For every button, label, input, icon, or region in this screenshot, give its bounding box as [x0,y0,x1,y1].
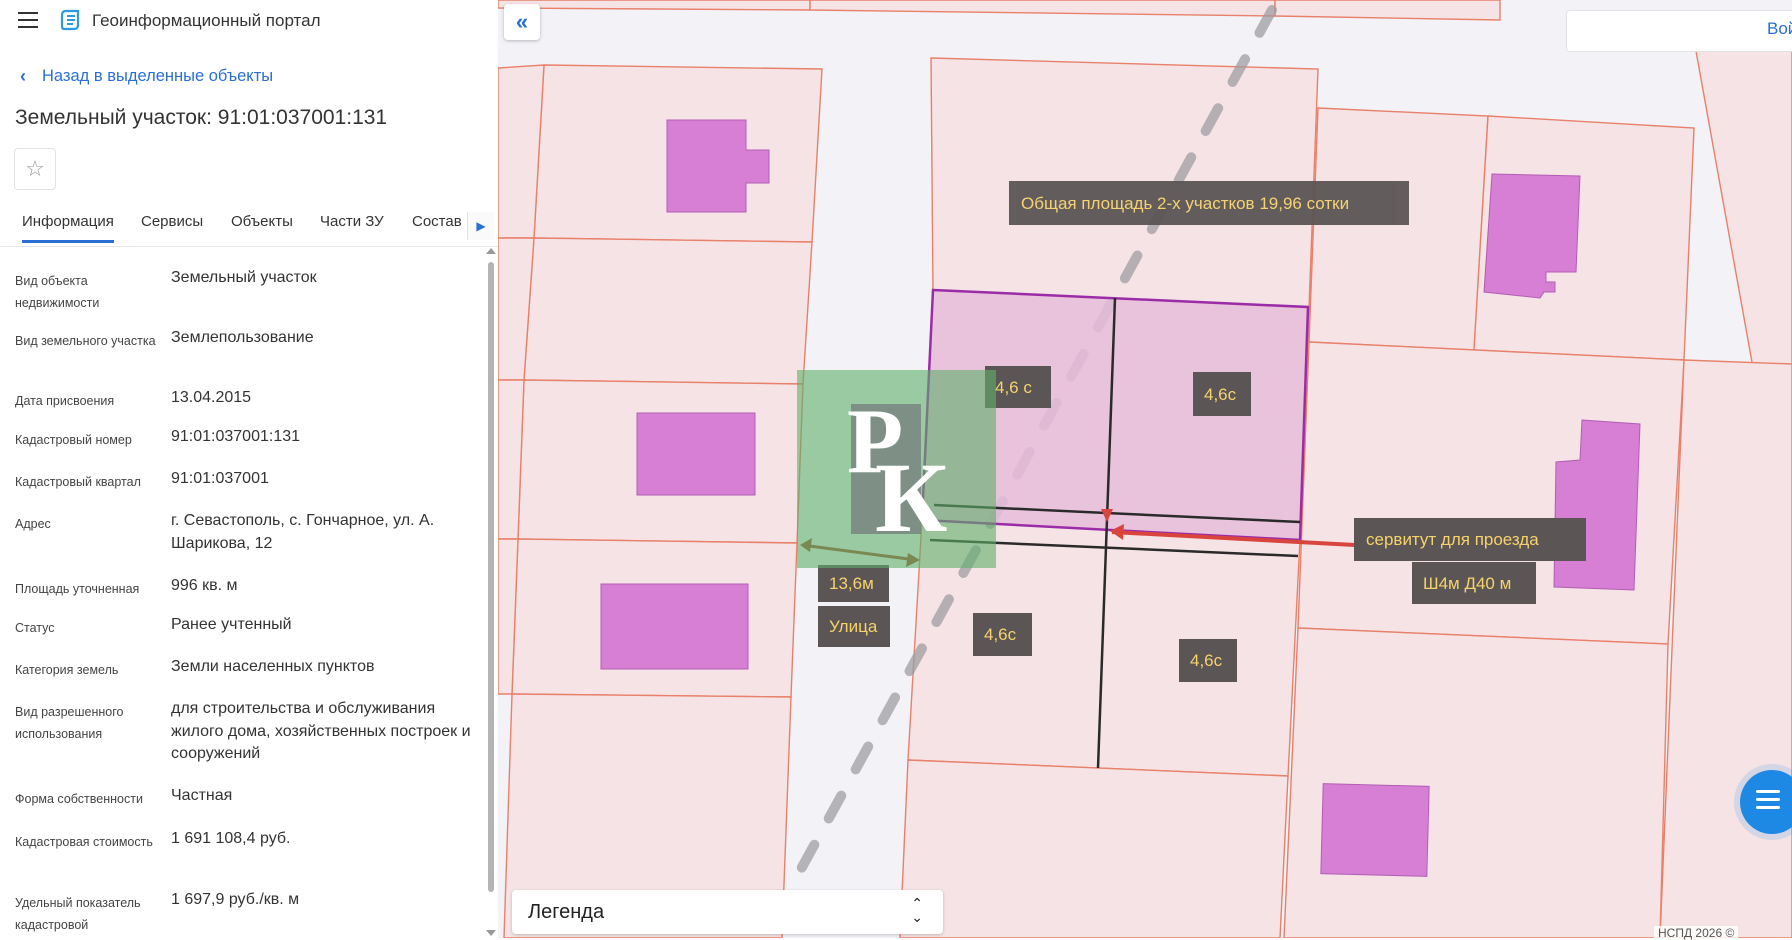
object-title: Земельный участок: 91:01:037001:131 [15,106,388,129]
collapse-panel-button[interactable]: « [504,4,540,40]
double-chevron-left-icon: « [515,9,529,34]
parcel [809,0,1276,17]
info-label: Адрес [15,517,51,531]
info-label: Статус [15,621,55,635]
star-icon: ☆ [25,156,45,181]
info-value: 996 кв. м [171,577,238,594]
scrollbar-thumb[interactable] [488,262,494,892]
parcel [523,237,813,385]
info-label: Площадь уточненная [15,582,140,596]
info-value: Землепользование [171,329,314,346]
info-label: Кадастровый номер [15,433,132,447]
info-label: Вид земельного участка [15,334,156,348]
back-link[interactable]: ‹ Назад в выделенные объекты [20,66,273,87]
watermark-logo: К [875,442,948,553]
info-label: Кадастровая стоимость [15,835,153,849]
chevron-left-icon: ‹ [20,66,26,86]
info-value: 91:01:037001:131 [171,428,301,445]
app-title: Геоинформационный портал [92,11,321,30]
parcel [1274,0,1501,21]
login-box[interactable] [1566,10,1792,52]
info-label: Форма собственности [15,792,143,806]
map-canvas[interactable] [498,0,1792,938]
tab-services[interactable]: Сервисы [141,213,203,240]
parcel [1283,627,1669,938]
annotation-width: 13,6м [818,565,889,602]
annotation-plot: 4,6с [1179,639,1237,682]
parcel [498,0,811,11]
annotation-text: Улица [829,617,878,636]
logo-icon [60,9,80,31]
annotation-text: 4,6 с [995,378,1032,397]
parcel [1308,107,1489,351]
info-value: 13.04.2015 [171,389,252,406]
info-value: г. Севастополь, с. Гончарное, ул. А. Шар… [171,512,435,552]
scroll-up-arrow-icon[interactable] [486,248,496,254]
menu-icon[interactable] [18,12,38,28]
login-link[interactable]: Вой [1767,19,1792,39]
info-value: Частная [171,787,233,804]
info-value: Земельный участок [171,269,317,286]
annotation-text: 4,6с [984,625,1017,644]
favorite-button[interactable]: ☆ [14,148,56,190]
info-value: Ранее учтенный [171,616,292,633]
scroll-down-arrow-icon[interactable] [486,930,496,936]
back-link-label: Назад в выделенные объекты [42,67,274,85]
tab-composition[interactable]: Состав [412,213,462,240]
annotation-plot: 4,6с [1193,372,1251,416]
legend-dropdown[interactable]: Легенда ⌃ ⌄ [512,890,943,934]
annotation-text: 13,6м [829,574,874,593]
top-bar: Геоинформационный портал [0,0,498,40]
map-view[interactable]: Общая площадь 2-х участков 19,96 сотки 4… [498,0,1792,938]
info-label: Кадастровый квартал [15,475,141,489]
tab-bar: Информация Сервисы Объекты Части ЗУ Сост… [0,206,498,247]
tabs-next-button[interactable]: ▶ [467,212,494,240]
building [600,583,749,670]
tab-information[interactable]: Информация [22,213,114,243]
info-label: Вид разрешенного использования [15,705,124,741]
watermark: Р К [797,370,996,568]
info-value: Земли населенных пунктов [171,658,375,675]
caret-right-icon: ▶ [476,219,486,233]
annotation-text: Ш4м Д40 м [1423,574,1512,593]
info-label: Вид объекта недвижимости [15,274,100,310]
building [1320,783,1430,877]
info-value: для строительства и обслуживания жилого … [171,700,471,762]
annotation-text: 4,6с [1204,385,1237,404]
info-value: 1 691 108,4 руб. [171,830,291,847]
info-label: Удельный показатель кадастровой [15,896,141,932]
annotation-plot: 4,6с [973,613,1032,656]
annotation-street: Улица [818,606,890,647]
building [636,412,756,496]
annotation-text: 4,6с [1190,651,1223,670]
parcel [899,759,1289,938]
tab-parts[interactable]: Части ЗУ [320,213,384,240]
info-panel: Геоинформационный портал ‹ Назад в выдел… [0,0,498,938]
info-label: Категория земель [15,663,119,677]
annotation-servitude: сервитут для проезда [1354,518,1586,561]
annotation-text: Общая площадь 2-х участков 19,96 сотки [1021,194,1350,213]
tab-objects[interactable]: Объекты [231,213,293,240]
expand-collapse-icon: ⌃ ⌄ [911,895,923,925]
info-label: Дата присвоения [15,394,115,408]
annotation-total-area: Общая площадь 2-х участков 19,96 сотки [1009,181,1409,225]
parcel [1659,359,1792,938]
chat-icon [1756,790,1780,814]
info-value: 91:01:037001 [171,470,269,487]
annotation-text: сервитут для проезда [1366,530,1539,549]
annotation-servitude-size: Ш4м Д40 м [1412,562,1536,604]
info-value: 1 697,9 руб./кв. м [171,891,300,908]
legend-label: Легенда [528,901,605,923]
